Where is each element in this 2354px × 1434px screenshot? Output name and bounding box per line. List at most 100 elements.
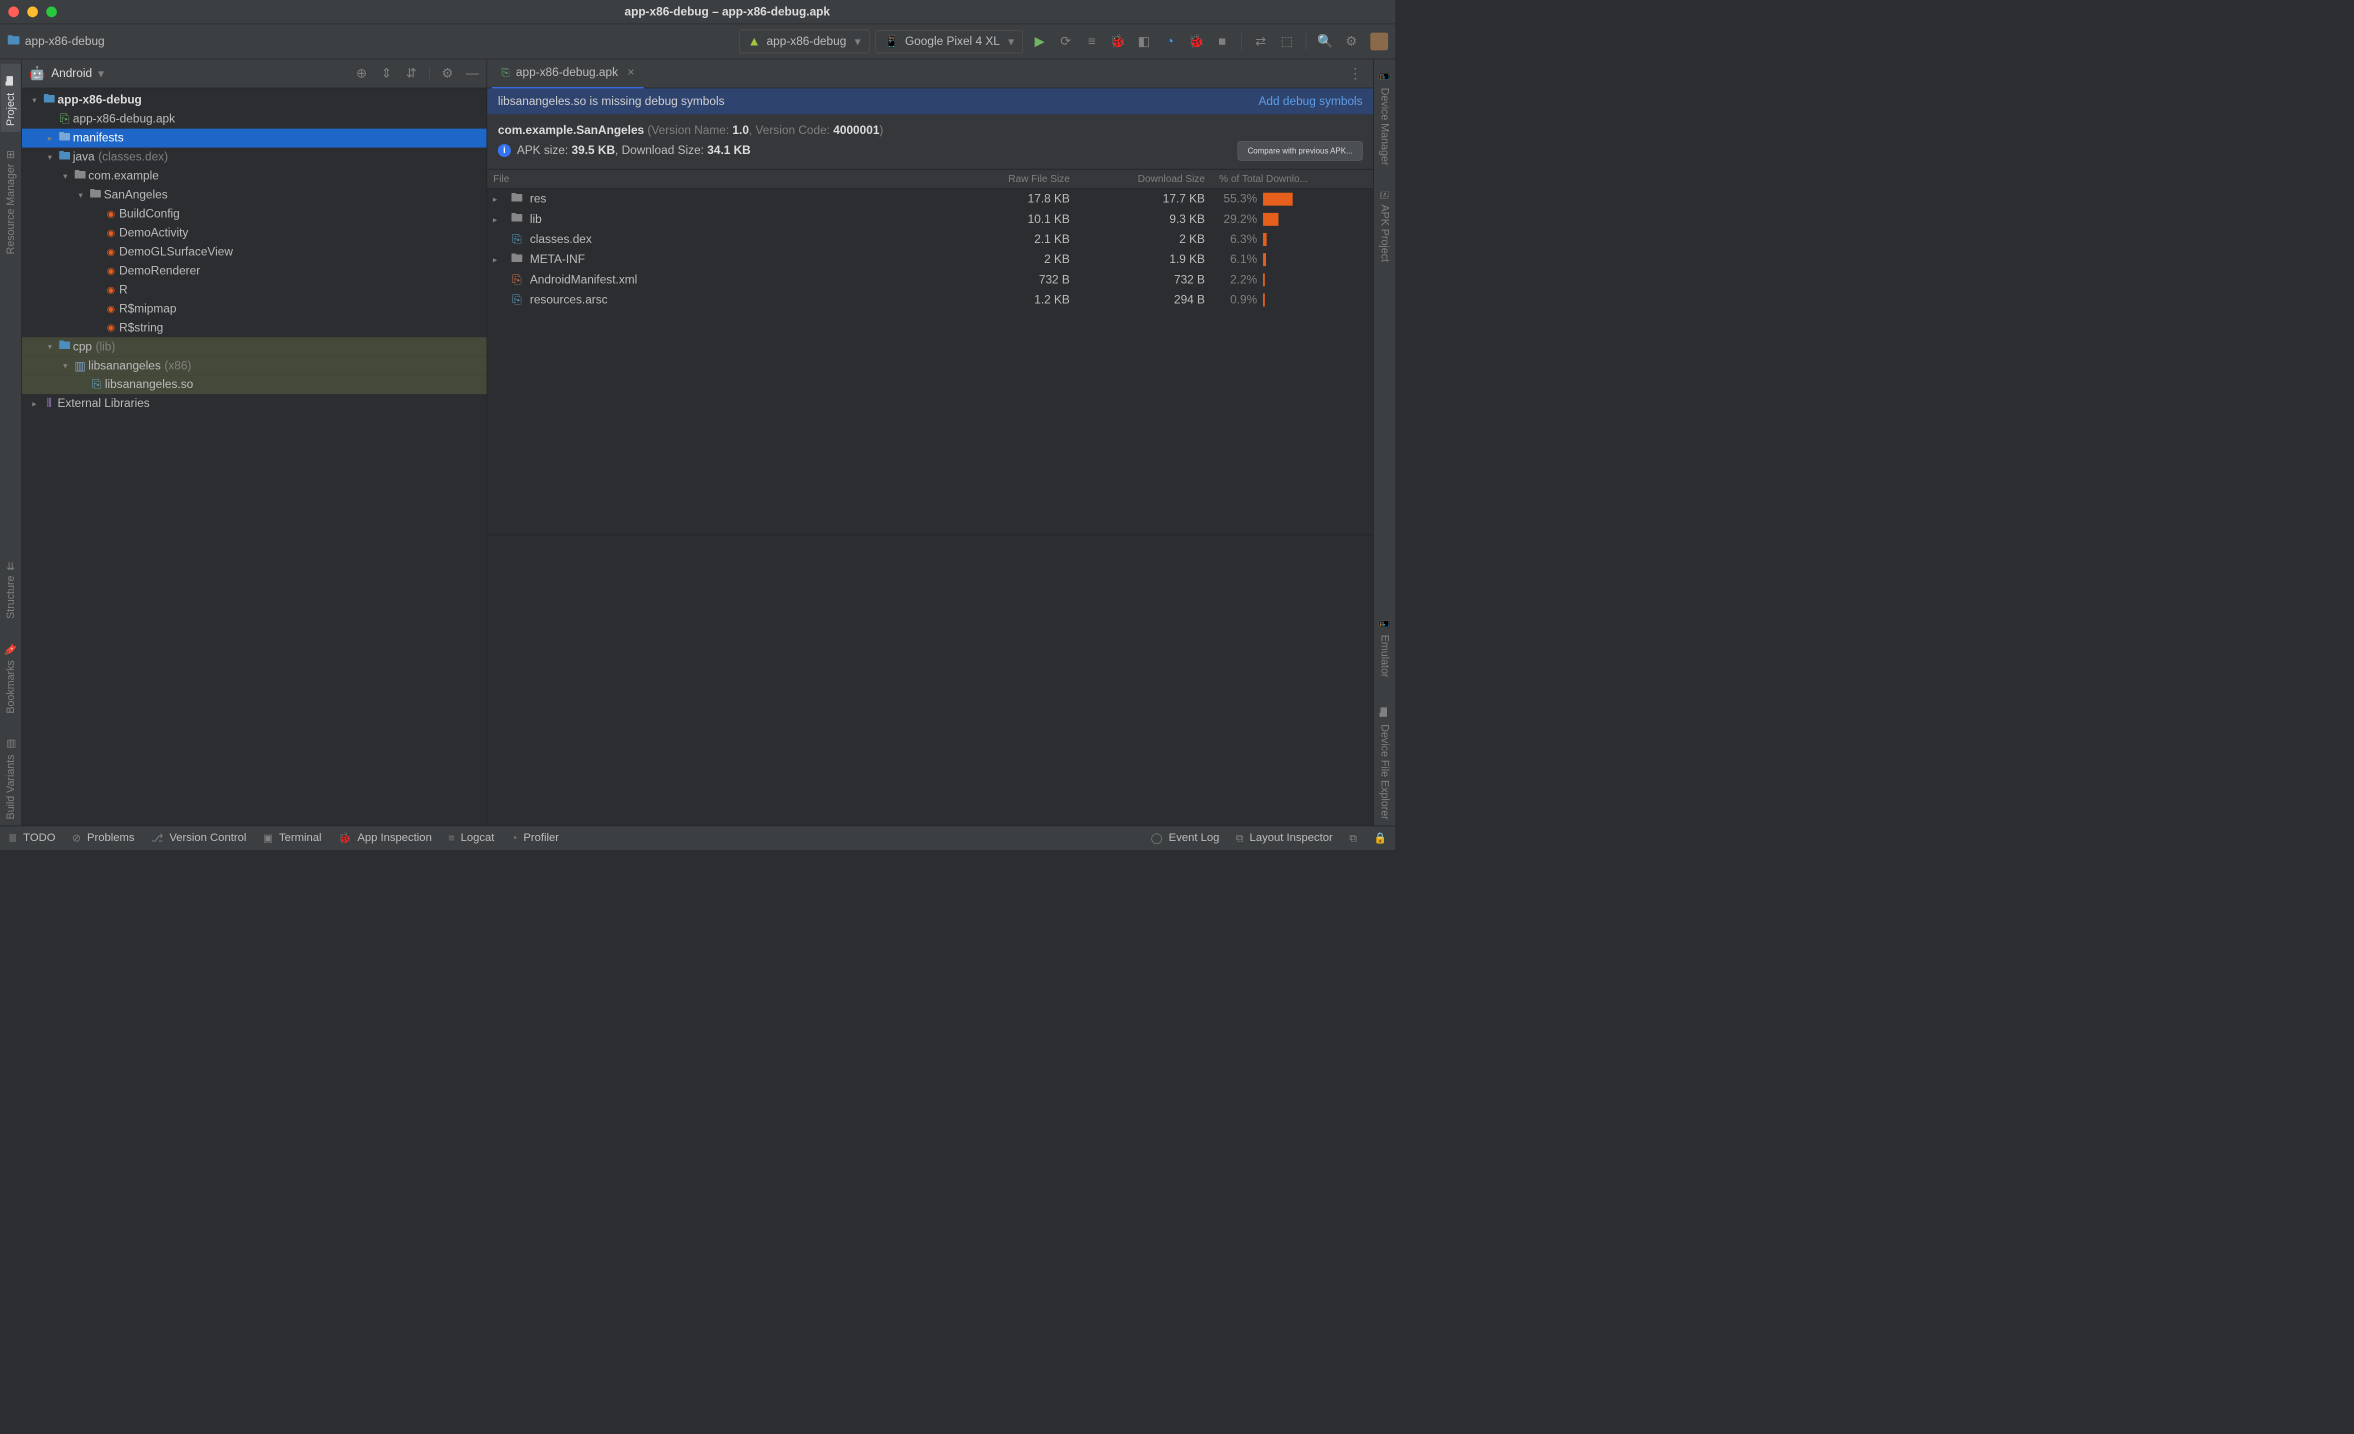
tree-item-apk[interactable]: ⎘app-x86-debug.apk bbox=[22, 110, 487, 129]
tree-item-external-libs[interactable]: ▸⫴External Libraries bbox=[22, 394, 487, 413]
add-debug-symbols-link[interactable]: Add debug symbols bbox=[1258, 95, 1362, 109]
col-file[interactable]: File bbox=[487, 173, 951, 185]
file-name: res bbox=[530, 192, 546, 206]
chevron-down-icon[interactable]: ▾ bbox=[98, 66, 104, 81]
tab-device-manager[interactable]: 📱Device Manager bbox=[1377, 64, 1392, 171]
compare-apk-button[interactable]: Compare with previous APK... bbox=[1238, 141, 1363, 161]
tab-build-variants[interactable]: Build Variants▤ bbox=[3, 732, 18, 826]
tree-item-file[interactable]: ◉DemoGLSurfaceView bbox=[22, 242, 487, 261]
gear-icon[interactable]: ⚙ bbox=[440, 66, 454, 80]
tree-item-file[interactable]: ◉BuildConfig bbox=[22, 204, 487, 223]
breadcrumb[interactable]: 🖿 app-x86-debug bbox=[7, 30, 105, 53]
editor-tab[interactable]: ⎘ app-x86-debug.apk × bbox=[492, 58, 644, 88]
tab-device-file-explorer[interactable]: 🖿Device File Explorer bbox=[1374, 695, 1394, 825]
device-combo[interactable]: 📱 Google Pixel 4 XL ▾ bbox=[875, 30, 1023, 53]
apk-file-icon: ⎘ bbox=[501, 66, 510, 78]
file-table-body[interactable]: ▸🖿res17.8 KB17.7 KB55.3%▸🖿lib10.1 KB9.3 … bbox=[487, 189, 1373, 535]
table-row[interactable]: ▸🖿META-INF2 KB1.9 KB6.1% bbox=[487, 250, 1373, 270]
expand-arrow-icon[interactable]: ▸ bbox=[487, 194, 502, 204]
tab-resource-manager[interactable]: Resource Manager⊞ bbox=[3, 144, 18, 260]
stop-icon[interactable]: ■ bbox=[1215, 34, 1229, 48]
status-app-inspection[interactable]: 🐞App Inspection bbox=[338, 832, 432, 845]
tree-item-file[interactable]: ◉DemoActivity bbox=[22, 223, 487, 242]
file-table-header: File Raw File Size Download Size % of To… bbox=[487, 170, 1373, 190]
status-logcat[interactable]: ≡Logcat bbox=[448, 832, 494, 845]
zoom-window-button[interactable] bbox=[46, 7, 57, 18]
tree-item-cpp[interactable]: ▾🖿cpp(lib) bbox=[22, 337, 487, 356]
profiler-icon: ◔ bbox=[511, 832, 517, 844]
tab-structure[interactable]: Structure⇊ bbox=[3, 556, 18, 625]
pct-bar bbox=[1263, 293, 1265, 306]
pct-bar bbox=[1263, 233, 1266, 246]
apk-icon: ⎘ bbox=[1379, 188, 1390, 200]
collapse-all-icon[interactable]: ⇵ bbox=[404, 66, 418, 80]
settings-icon[interactable]: ⚙ bbox=[1344, 34, 1358, 48]
debug-icon[interactable]: 🐞 bbox=[1111, 34, 1125, 48]
vcs-icon: ⎇ bbox=[151, 832, 163, 844]
table-row[interactable]: ▸🖿res17.8 KB17.7 KB55.3% bbox=[487, 189, 1373, 209]
attach-debugger-icon[interactable]: 🐞 bbox=[1189, 34, 1203, 48]
hide-panel-icon[interactable]: — bbox=[465, 66, 479, 80]
tab-emulator[interactable]: 📱Emulator bbox=[1377, 611, 1392, 683]
search-icon[interactable]: 🔍 bbox=[1318, 34, 1332, 48]
android-icon: 🤖 bbox=[29, 66, 45, 81]
lock-icon[interactable]: 🔒 bbox=[1374, 832, 1387, 844]
status-layout-inspector[interactable]: ⧉Layout Inspector bbox=[1236, 832, 1333, 845]
status-problems[interactable]: ⊘Problems bbox=[72, 832, 134, 845]
layout-panel-icon[interactable]: ⧉ bbox=[1349, 832, 1357, 844]
run-config-combo[interactable]: ▲ app-x86-debug ▾ bbox=[739, 30, 870, 54]
tree-root[interactable]: ▾🖿app-x86-debug bbox=[22, 91, 487, 110]
status-vcs[interactable]: ⎇Version Control bbox=[151, 832, 246, 845]
file-name: lib bbox=[530, 212, 542, 226]
project-tree[interactable]: ▾🖿app-x86-debug ⎘app-x86-debug.apk ▸🖿man… bbox=[22, 88, 487, 825]
coverage-icon[interactable]: ◧ bbox=[1137, 34, 1151, 48]
select-opened-icon[interactable]: ⊕ bbox=[354, 66, 368, 80]
user-avatar[interactable] bbox=[1370, 33, 1388, 51]
minimize-window-button[interactable] bbox=[27, 7, 38, 18]
tree-item-file[interactable]: ◉DemoRenderer bbox=[22, 261, 487, 280]
tree-item-java[interactable]: ▾🖿java(classes.dex) bbox=[22, 148, 487, 167]
project-mode[interactable]: Android bbox=[51, 67, 92, 81]
expand-all-icon[interactable]: ⇕ bbox=[379, 66, 393, 80]
tab-more-icon[interactable]: ⋮ bbox=[1342, 65, 1368, 82]
download-size: 2 KB bbox=[1080, 233, 1215, 247]
status-todo[interactable]: ≣TODO bbox=[8, 832, 55, 845]
file-type-icon: ⎘ bbox=[509, 293, 526, 307]
table-row[interactable]: ▸🖿lib10.1 KB9.3 KB29.2% bbox=[487, 209, 1373, 229]
expand-arrow-icon[interactable]: ▸ bbox=[487, 214, 502, 224]
avd-manager-icon[interactable]: ⬚ bbox=[1280, 34, 1294, 48]
table-row[interactable]: ⎘classes.dex2.1 KB2 KB6.3% bbox=[487, 229, 1373, 249]
tab-project[interactable]: Project🖿 bbox=[1, 64, 21, 132]
table-row[interactable]: ⎘resources.arsc1.2 KB294 B0.9% bbox=[487, 290, 1373, 310]
col-raw[interactable]: Raw File Size bbox=[951, 173, 1080, 185]
sync-icon[interactable]: ⇄ bbox=[1254, 34, 1268, 48]
tree-item-file[interactable]: ◉R bbox=[22, 280, 487, 299]
status-event-log[interactable]: ◯Event Log bbox=[1151, 832, 1220, 845]
tree-item-manifests[interactable]: ▸🖿manifests bbox=[22, 129, 487, 148]
run-icon[interactable]: ▶ bbox=[1032, 34, 1046, 48]
tree-item-so[interactable]: ⎘libsanangeles.so bbox=[22, 375, 487, 394]
tree-item-class[interactable]: ▾🖿SanAngeles bbox=[22, 186, 487, 205]
editor-tabs: ⎘ app-x86-debug.apk × ⋮ bbox=[487, 59, 1373, 88]
tree-item-file[interactable]: ◉R$mipmap bbox=[22, 299, 487, 318]
tree-item-pkg[interactable]: ▾🖿com.example bbox=[22, 167, 487, 186]
expand-arrow-icon[interactable]: ▸ bbox=[487, 255, 502, 265]
status-bar: ≣TODO ⊘Problems ⎇Version Control ▣Termin… bbox=[0, 826, 1395, 850]
tab-apk-project[interactable]: ⎘APK Project bbox=[1377, 183, 1392, 268]
col-dl[interactable]: Download Size bbox=[1080, 173, 1215, 185]
profiler-icon[interactable]: ◔ bbox=[1163, 34, 1177, 48]
table-row[interactable]: ⎘AndroidManifest.xml732 B732 B2.2% bbox=[487, 270, 1373, 290]
tree-item-lib[interactable]: ▾▥libsanangeles(x86) bbox=[22, 356, 487, 375]
apply-code-icon[interactable]: ≡ bbox=[1085, 34, 1099, 48]
status-terminal[interactable]: ▣Terminal bbox=[263, 832, 322, 845]
apply-changes-icon[interactable]: ⟳ bbox=[1059, 34, 1073, 48]
download-size: 9.3 KB bbox=[1080, 212, 1215, 226]
status-profiler[interactable]: ◔Profiler bbox=[511, 832, 559, 845]
tree-item-file[interactable]: ◉R$string bbox=[22, 318, 487, 337]
emulator-icon: 📱 bbox=[1378, 617, 1391, 630]
download-size: 294 B bbox=[1080, 293, 1215, 307]
close-window-button[interactable] bbox=[8, 7, 19, 18]
tab-bookmarks[interactable]: Bookmarks🔖 bbox=[3, 637, 18, 720]
col-pct[interactable]: % of Total Downlo... bbox=[1216, 173, 1374, 185]
close-tab-icon[interactable]: × bbox=[628, 66, 635, 80]
